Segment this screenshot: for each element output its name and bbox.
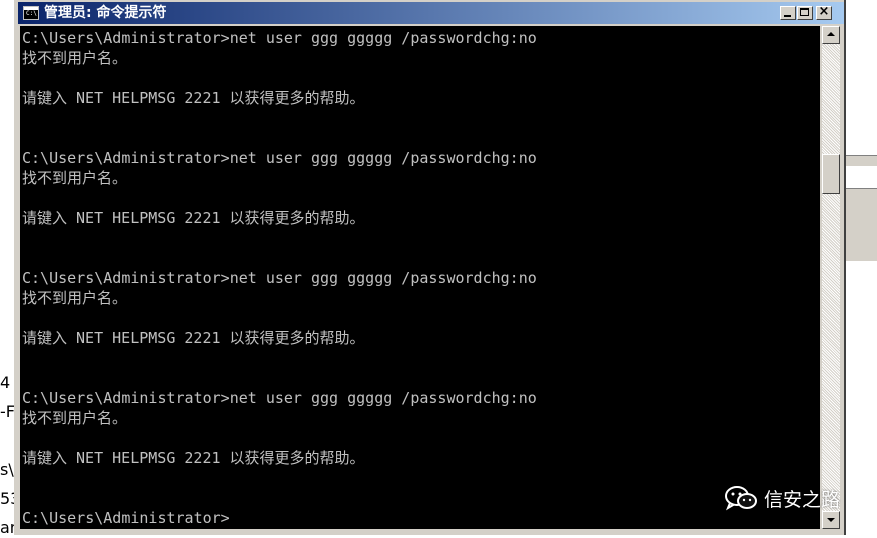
console-output[interactable]: C:\Users\Administrator>net user ggg gggg…: [20, 26, 820, 529]
scroll-thumb[interactable]: [822, 154, 840, 194]
console-line: 请键入 NET HELPMSG 2221 以获得更多的帮助。: [22, 89, 365, 107]
background-panel-strip: [846, 155, 877, 166]
minimize-icon: [784, 15, 791, 17]
console-lines: C:\Users\Administrator>net user ggg gggg…: [22, 28, 537, 528]
arrow-down-icon: [827, 518, 835, 522]
command-prompt-window[interactable]: C:\ 管理员: 命令提示符 × C:\Users\Administrator>…: [14, 0, 846, 535]
window-title: 管理员: 命令提示符: [44, 5, 167, 21]
console-line: C:\Users\Administrator>net user ggg gggg…: [22, 149, 537, 167]
vertical-scrollbar[interactable]: [822, 26, 840, 529]
console-line: 请键入 NET HELPMSG 2221 以获得更多的帮助。: [22, 329, 365, 347]
console-app-icon-label: C:\: [26, 10, 37, 17]
console-line: C:\Users\Administrator>net user ggg gggg…: [22, 389, 537, 407]
watermark-text: 信安之路: [764, 488, 841, 511]
console-app-icon[interactable]: C:\: [23, 6, 39, 20]
console-line: 找不到用户名。: [22, 289, 128, 307]
console-line: 请键入 NET HELPMSG 2221 以获得更多的帮助。: [22, 209, 365, 227]
console-line: C:\Users\Administrator>net user ggg gggg…: [22, 29, 537, 47]
maximize-icon: [800, 8, 809, 16]
close-button[interactable]: ×: [816, 4, 832, 20]
scroll-up-button[interactable]: [822, 26, 840, 44]
console-line: C:\Users\Administrator>net user ggg gggg…: [22, 269, 537, 287]
console-line: 找不到用户名。: [22, 169, 128, 187]
title-bar[interactable]: C:\ 管理员: 命令提示符 ×: [18, 2, 844, 24]
minimize-button[interactable]: [780, 6, 796, 20]
maximize-button[interactable]: [797, 6, 813, 20]
close-icon: ×: [818, 4, 830, 19]
console-line: 找不到用户名。: [22, 49, 128, 67]
wechat-icon: [724, 485, 758, 511]
watermark: 信安之路: [724, 484, 840, 512]
console-line: 找不到用户名。: [22, 409, 128, 427]
scroll-down-button[interactable]: [822, 511, 840, 529]
console-line: 请键入 NET HELPMSG 2221 以获得更多的帮助。: [22, 449, 365, 467]
arrow-up-icon: [827, 32, 835, 36]
console-prompt-line[interactable]: C:\Users\Administrator>: [22, 508, 537, 528]
background-panel-strip: [846, 188, 877, 261]
